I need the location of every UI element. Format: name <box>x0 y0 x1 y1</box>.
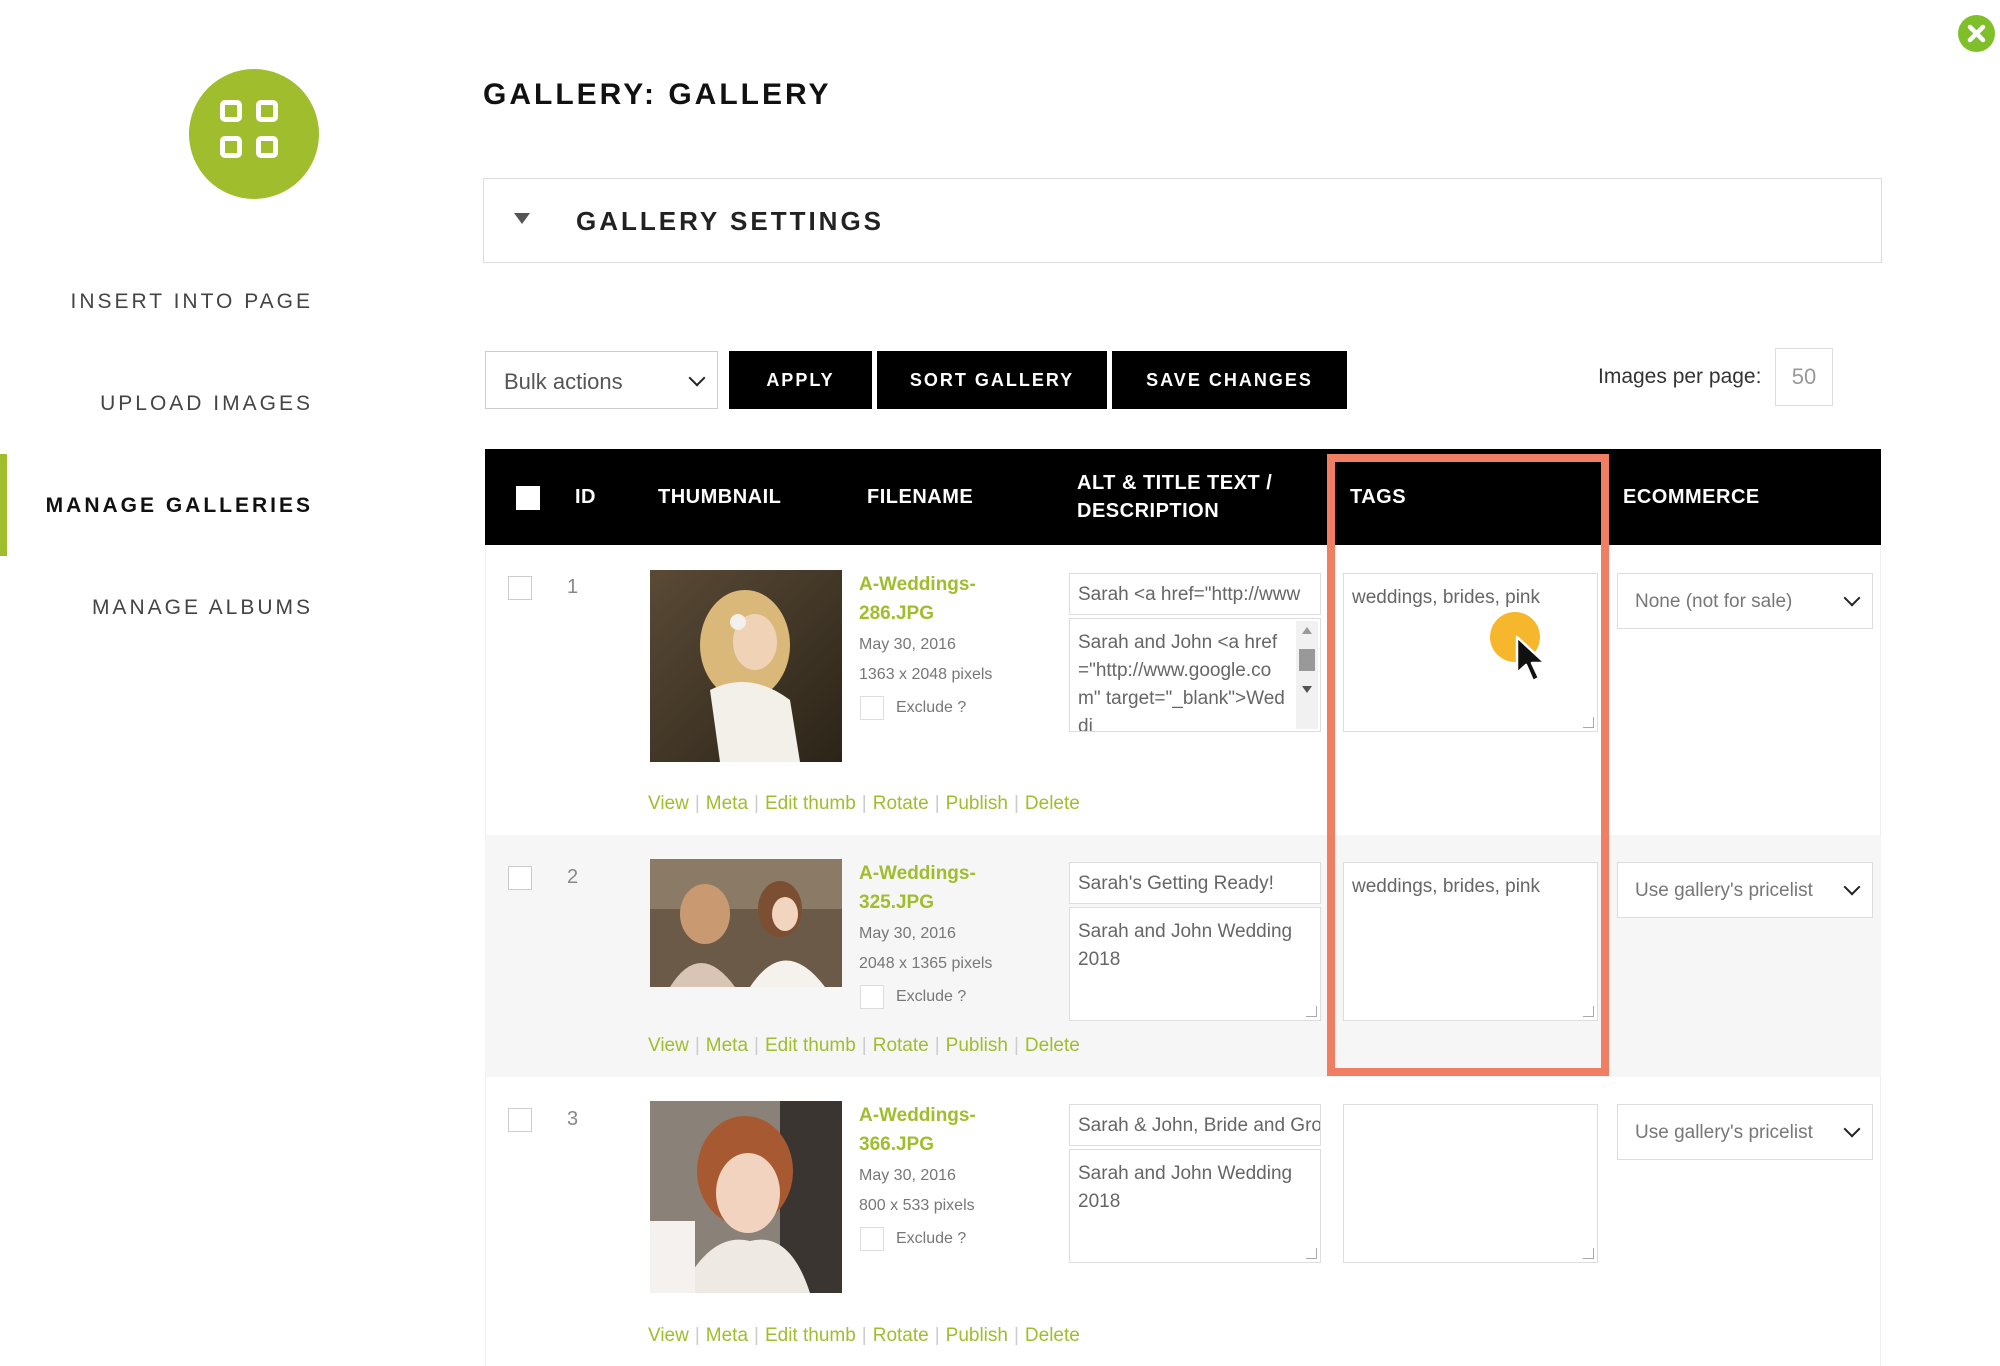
images-per-page-input[interactable]: 50 <box>1775 348 1833 406</box>
image-dimensions: 800 x 533 pixels <box>859 1197 975 1214</box>
ecommerce-select[interactable]: Use gallery's pricelist <box>1617 862 1873 918</box>
resize-handle-icon[interactable] <box>1306 1248 1317 1259</box>
row-id: 2 <box>567 866 579 888</box>
edit-thumb-link[interactable]: Edit thumb <box>765 1325 856 1346</box>
column-header-description: DESCRIPTION <box>1077 500 1220 522</box>
row-checkbox[interactable] <box>508 866 532 890</box>
row-id: 1 <box>567 576 579 598</box>
alt-title-input[interactable]: Sarah & John, Bride and Gro <box>1069 1104 1321 1146</box>
exclude-label: Exclude ? <box>896 1230 967 1247</box>
alt-title-input[interactable]: Sarah <a href="http://www <box>1069 573 1321 615</box>
sidebar-active-indicator <box>0 454 7 556</box>
thumbnail-photo <box>650 570 842 762</box>
images-per-page-label: Images per page: <box>1598 365 1762 388</box>
chevron-down-icon <box>1843 589 1861 607</box>
scroll-up-icon <box>1302 627 1312 634</box>
sidebar-item-upload-images[interactable]: UPLOAD IMAGES <box>100 392 313 416</box>
view-link[interactable]: View <box>648 1325 689 1346</box>
thumbnail-photo <box>650 859 842 987</box>
image-dimensions: 1363 x 2048 pixels <box>859 666 993 683</box>
publish-link[interactable]: Publish <box>946 1325 1008 1346</box>
exclude-checkbox[interactable] <box>860 696 884 720</box>
resize-handle-icon[interactable] <box>1306 1006 1317 1017</box>
rotate-link[interactable]: Rotate <box>873 1035 929 1056</box>
row-actions: View | Meta | Edit thumb | Rotate | Publish | Dele… <box>648 793 1080 814</box>
edit-thumb-link[interactable]: Edit thumb <box>765 1035 856 1056</box>
image-date: May 30, 2016 <box>859 1167 956 1184</box>
view-link[interactable]: View <box>648 1035 689 1056</box>
ecommerce-select[interactable]: None (not for sale) <box>1617 573 1873 629</box>
column-header-alt-title: ALT & TITLE TEXT / <box>1077 472 1273 494</box>
page-title: GALLERY: GALLERY <box>483 78 832 111</box>
chevron-down-icon <box>1843 1120 1861 1138</box>
exclude-label: Exclude ? <box>896 988 967 1005</box>
edit-thumb-link[interactable]: Edit thumb <box>765 793 856 814</box>
row-checkbox[interactable] <box>508 576 532 600</box>
sidebar-item-manage-albums[interactable]: MANAGE ALBUMS <box>92 596 313 620</box>
sidebar-item-manage-galleries[interactable]: MANAGE GALLERIES <box>46 494 313 518</box>
exclude-checkbox[interactable] <box>860 985 884 1009</box>
filename-link[interactable]: A-Weddings- 286.JPG <box>859 570 1009 628</box>
meta-link[interactable]: Meta <box>706 793 748 814</box>
row-actions: View | Meta | Edit thumb | Rotate | Publish | Dele… <box>648 1325 1080 1346</box>
select-all-checkbox[interactable] <box>516 486 540 510</box>
view-link[interactable]: View <box>648 793 689 814</box>
gallery-settings-toggle[interactable]: GALLERY SETTINGS <box>483 178 1882 263</box>
chevron-down-icon <box>1843 878 1861 896</box>
sidebar-item-insert-into-page[interactable]: INSERT INTO PAGE <box>71 290 314 314</box>
filename-link[interactable]: A-Weddings- 325.JPG <box>859 859 1009 917</box>
column-header-thumbnail: THUMBNAIL <box>658 486 782 508</box>
delete-link[interactable]: Delete <box>1025 1035 1080 1056</box>
publish-link[interactable]: Publish <box>946 1035 1008 1056</box>
exclude-label: Exclude ? <box>896 699 967 716</box>
thumbnail-image[interactable] <box>650 1101 842 1293</box>
gallery-settings-label: GALLERY SETTINGS <box>576 206 885 236</box>
grid-icon <box>220 100 242 122</box>
exclude-checkbox[interactable] <box>860 1227 884 1251</box>
description-textarea[interactable]: Sarah and John <a href="http://www.googl… <box>1069 618 1321 732</box>
row-actions: View | Meta | Edit thumb | Rotate | Publish | Dele… <box>648 1035 1080 1056</box>
apply-button[interactable]: APPLY <box>729 351 872 409</box>
description-textarea[interactable]: Sarah and John Wedding 2018 <box>1069 907 1321 1021</box>
mouse-pointer-icon <box>1515 635 1547 683</box>
column-header-ecommerce: ECOMMERCE <box>1623 486 1760 508</box>
scroll-down-icon <box>1302 686 1312 693</box>
description-textarea[interactable]: Sarah and John Wedding 2018 <box>1069 1149 1321 1263</box>
app-logo <box>189 69 319 199</box>
save-changes-button[interactable]: SAVE CHANGES <box>1112 351 1347 409</box>
image-dimensions: 2048 x 1365 pixels <box>859 955 993 972</box>
meta-link[interactable]: Meta <box>706 1325 748 1346</box>
row-id: 3 <box>567 1108 579 1130</box>
tags-textarea[interactable] <box>1343 1104 1598 1263</box>
close-button[interactable] <box>1958 15 1995 52</box>
filename-link[interactable]: A-Weddings- 366.JPG <box>859 1101 1009 1159</box>
delete-link[interactable]: Delete <box>1025 1325 1080 1346</box>
image-date: May 30, 2016 <box>859 636 956 653</box>
bulk-actions-select[interactable]: Bulk actions <box>485 351 718 409</box>
row-checkbox[interactable] <box>508 1108 532 1132</box>
thumbnail-photo <box>650 1101 842 1293</box>
bulk-actions-value: Bulk actions <box>504 369 623 394</box>
column-header-id[interactable]: ID <box>575 486 596 509</box>
thumbnail-image[interactable] <box>650 570 842 762</box>
ecommerce-select[interactable]: Use gallery's pricelist <box>1617 1104 1873 1160</box>
delete-link[interactable]: Delete <box>1025 793 1080 814</box>
meta-link[interactable]: Meta <box>706 1035 748 1056</box>
tags-column-highlight <box>1327 454 1609 1076</box>
sort-gallery-button[interactable]: SORT GALLERY <box>877 351 1107 409</box>
rotate-link[interactable]: Rotate <box>873 793 929 814</box>
triangle-down-icon <box>514 213 530 224</box>
publish-link[interactable]: Publish <box>946 793 1008 814</box>
chevron-down-icon <box>688 369 706 387</box>
image-date: May 30, 2016 <box>859 925 956 942</box>
column-header-filename[interactable]: FILENAME <box>867 486 973 509</box>
thumbnail-image[interactable] <box>650 859 842 987</box>
close-icon <box>1967 24 1986 43</box>
rotate-link[interactable]: Rotate <box>873 1325 929 1346</box>
resize-handle-icon[interactable] <box>1583 1248 1594 1259</box>
alt-title-input[interactable]: Sarah's Getting Ready! <box>1069 862 1321 904</box>
textarea-scrollbar[interactable] <box>1296 621 1318 729</box>
